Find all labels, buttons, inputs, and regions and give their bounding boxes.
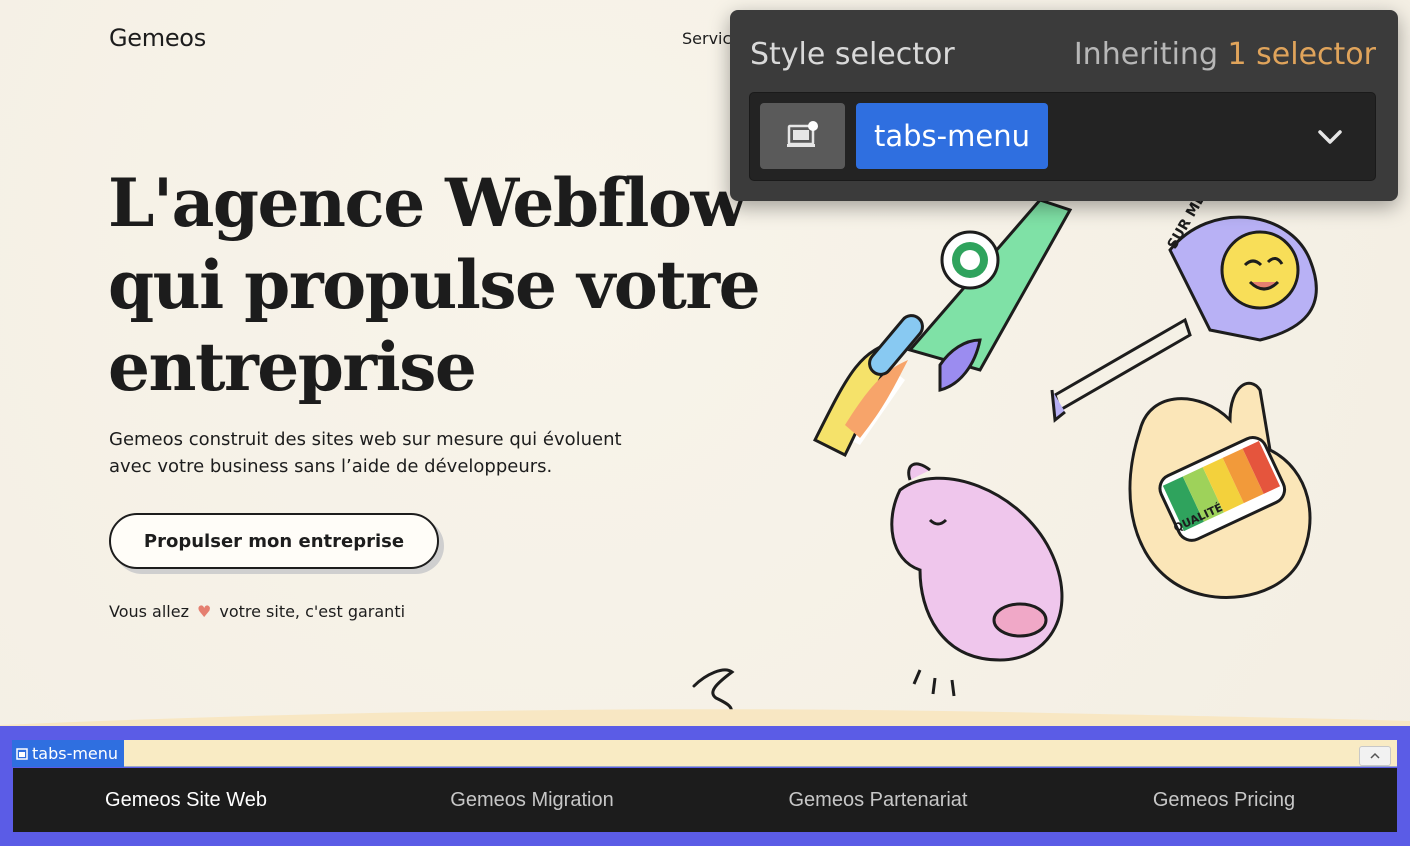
inheriting-unit: selector <box>1256 37 1376 72</box>
chevron-down-icon[interactable] <box>1315 123 1345 151</box>
hero-illustration: SUR ME QUALITÉ <box>812 192 1318 697</box>
tab-partenariat[interactable]: Gemeos Partenariat <box>705 789 1051 812</box>
tab-pricing[interactable]: Gemeos Pricing <box>1051 789 1397 812</box>
hand-sticker-icon: QUALITÉ <box>1128 381 1312 599</box>
selector-field[interactable]: tabs-menu <box>749 92 1376 181</box>
desktop-state-icon <box>786 121 818 147</box>
style-selector-title: Style selector <box>750 37 955 72</box>
element-badge-label: tabs-menu <box>32 744 119 763</box>
nav-link-services[interactable]: Servic <box>682 29 731 48</box>
tabs-menu: Gemeos Site Web Gemeos Migration Gemeos … <box>13 768 1397 832</box>
tabs-menu-top-strip <box>12 740 1397 767</box>
element-type-icon <box>16 747 28 760</box>
style-selector-panel: Style selector Inheriting 1 selector tab… <box>730 10 1398 201</box>
piggy-bank-sticker-icon <box>890 462 1064 697</box>
inheriting-count: 1 <box>1227 37 1247 72</box>
site-logo[interactable]: Gemeos <box>109 24 206 52</box>
rocket-sticker-icon <box>812 198 1073 458</box>
chevron-up-icon <box>1370 752 1380 759</box>
hero-title: L'agence Webflow qui propulse votre entr… <box>108 164 761 406</box>
cta-button-label: Propulser mon entreprise <box>143 530 405 552</box>
select-parent-button[interactable] <box>1359 746 1391 766</box>
tape-measure-sticker-icon: SUR ME <box>1050 192 1318 423</box>
guarantee-text-end: votre site, c'est garanti <box>219 602 406 621</box>
guarantee-line: Vous allez ♥ votre site, c'est garanti <box>109 602 405 621</box>
inheriting-label: Inheriting <box>1073 37 1218 72</box>
hero-subtitle: Gemeos construit des sites web sur mesur… <box>109 429 622 477</box>
element-badge[interactable]: tabs-menu <box>12 740 125 767</box>
tab-migration[interactable]: Gemeos Migration <box>359 789 705 812</box>
inheriting-info[interactable]: Inheriting 1 selector <box>1074 37 1376 72</box>
guarantee-text-start: Vous allez <box>109 602 189 621</box>
heart-icon: ♥ <box>197 602 212 621</box>
tab-site-web[interactable]: Gemeos Site Web <box>13 789 359 812</box>
state-device-button[interactable] <box>760 103 845 169</box>
cta-button[interactable]: Propulser mon entreprise <box>109 513 439 569</box>
class-chip-tabs-menu[interactable]: tabs-menu <box>856 103 1048 169</box>
